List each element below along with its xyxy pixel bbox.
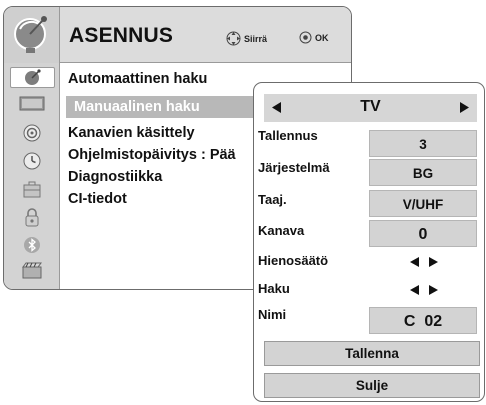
rail-item-picture[interactable] [16, 94, 48, 114]
bluetooth-icon [24, 237, 40, 253]
rail-item-usb[interactable] [16, 261, 48, 281]
store-button[interactable]: Tallenna [264, 341, 480, 366]
category-icon-rail [4, 63, 60, 289]
band-label: Taaj. [258, 192, 287, 207]
rail-item-audio[interactable] [16, 123, 48, 143]
clock-icon [23, 152, 41, 170]
system-field[interactable]: BG [369, 159, 477, 186]
page-title: ASENNUS [69, 24, 174, 47]
picture-icon [19, 96, 45, 111]
fine-tune-arrows[interactable] [409, 255, 439, 269]
ok-hint: OK [299, 31, 329, 44]
rail-item-setup[interactable] [10, 67, 55, 88]
name-field[interactable]: C 02 [369, 307, 477, 334]
audio-speaker-icon [23, 124, 41, 142]
arrow-right-small-icon[interactable] [428, 256, 439, 268]
ok-circle-icon [299, 31, 312, 44]
storage-label: Tallennus [258, 128, 318, 143]
usb-film-icon [22, 262, 42, 279]
arrow-left-small-icon[interactable] [409, 284, 420, 296]
source-value: TV [360, 98, 381, 115]
rail-item-lock[interactable] [16, 207, 48, 227]
source-selector[interactable]: TV [264, 94, 477, 122]
move-arrows-icon [226, 31, 241, 46]
channel-field[interactable]: 0 [369, 220, 477, 247]
satellite-dish-icon [14, 16, 47, 53]
setup-dish-icon [24, 68, 41, 85]
system-label: Järjestelmä [258, 160, 330, 175]
move-hint-label: Siirrä [244, 33, 268, 44]
close-button[interactable]: Sulje [264, 373, 480, 398]
lock-icon [25, 207, 39, 226]
arrow-right-icon[interactable] [459, 101, 471, 114]
arrow-right-small-icon[interactable] [428, 284, 439, 296]
rail-item-time[interactable] [16, 151, 48, 171]
band-field[interactable]: V/UHF [369, 190, 477, 217]
channel-label: Kanava [258, 223, 305, 238]
manual-tuning-panel: TV Tallennus 3 Järjestelmä BG Taaj. V/UH… [253, 82, 485, 402]
move-hint: Siirrä [226, 31, 267, 46]
rail-item-bluetooth[interactable] [16, 235, 48, 255]
name-label: Nimi [258, 307, 287, 322]
header-icon-box [4, 7, 60, 63]
storage-field[interactable]: 3 [369, 130, 477, 157]
search-arrows[interactable] [409, 283, 439, 297]
options-suitcase-icon [23, 181, 41, 197]
fine-tune-label: Hienosäätö [258, 253, 329, 268]
menu-header: ASENNUS Siirrä OK [4, 7, 351, 63]
ok-hint-label: OK [315, 32, 329, 43]
search-label: Haku [258, 281, 290, 296]
rail-item-options[interactable] [16, 179, 48, 199]
arrow-left-small-icon[interactable] [409, 256, 420, 268]
